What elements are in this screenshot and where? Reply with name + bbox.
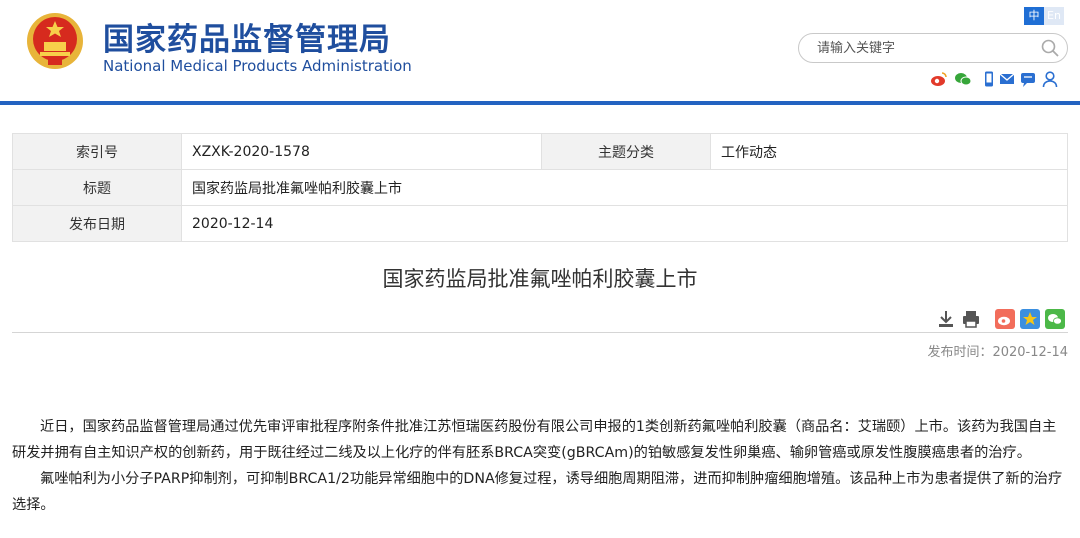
meta-row-title: 标题 国家药监局批准氟唑帕利胶囊上市: [12, 169, 1068, 206]
qzone-share-icon[interactable]: [1020, 309, 1040, 329]
national-emblem-icon[interactable]: [26, 12, 84, 70]
label-publish-date: 发布日期: [12, 205, 182, 242]
search-icon[interactable]: [1041, 39, 1059, 57]
header-divider: [0, 101, 1080, 105]
site-header: 国家药品监督管理局 National Medical Products Admi…: [0, 0, 1080, 103]
value-title: 国家药监局批准氟唑帕利胶囊上市: [181, 169, 1068, 206]
wechat-share-icon[interactable]: [1045, 309, 1065, 329]
mobile-icon[interactable]: [980, 70, 998, 88]
wechat-icon[interactable]: [954, 70, 972, 88]
paragraph: 近日，国家药品监督管理局通过优先审评审批程序附条件批准江苏恒瑞医药股份有限公司申…: [12, 419, 1057, 461]
print-icon[interactable]: [961, 309, 981, 329]
label-index-number: 索引号: [12, 133, 182, 170]
weibo-icon[interactable]: [930, 70, 948, 88]
publish-time: 发布时间：2020-12-14: [927, 345, 1068, 360]
article-title: 国家药监局批准氟唑帕利胶囊上市: [382, 267, 698, 291]
search-input[interactable]: [817, 38, 1032, 58]
user-icon[interactable]: [1041, 70, 1059, 88]
site-title-en[interactable]: National Medical Products Administration: [103, 57, 412, 75]
site-title-cn[interactable]: 国家药品监督管理局: [103, 14, 391, 59]
download-icon[interactable]: [936, 309, 956, 329]
message-icon[interactable]: [1019, 70, 1037, 88]
value-index-number: XZXK-2020-1578: [181, 133, 542, 170]
document-meta-table: 索引号 XZXK-2020-1578 主题分类 工作动态 标题 国家药监局批准氟…: [12, 133, 1068, 242]
article-body: 近日，国家药品监督管理局通过优先审评审批程序附条件批准江苏恒瑞医药股份有限公司申…: [12, 414, 1068, 518]
meta-row-date: 发布日期 2020-12-14: [12, 205, 1068, 242]
title-divider: [12, 332, 1068, 333]
search-box: [798, 33, 1068, 63]
label-topic-category: 主题分类: [541, 133, 711, 170]
paragraph: 氟唑帕利为小分子PARP抑制剂，可抑制BRCA1/2功能异常细胞中的DNA修复过…: [12, 471, 1063, 513]
mail-icon[interactable]: [998, 70, 1016, 88]
meta-row-index: 索引号 XZXK-2020-1578 主题分类 工作动态: [12, 133, 1068, 170]
lang-cn-button[interactable]: 中: [1024, 7, 1044, 25]
lang-en-button[interactable]: En: [1044, 7, 1064, 25]
weibo-share-icon[interactable]: [995, 309, 1015, 329]
value-topic-category: 工作动态: [710, 133, 1068, 170]
value-publish-date: 2020-12-14: [181, 205, 1068, 242]
label-title: 标题: [12, 169, 182, 206]
